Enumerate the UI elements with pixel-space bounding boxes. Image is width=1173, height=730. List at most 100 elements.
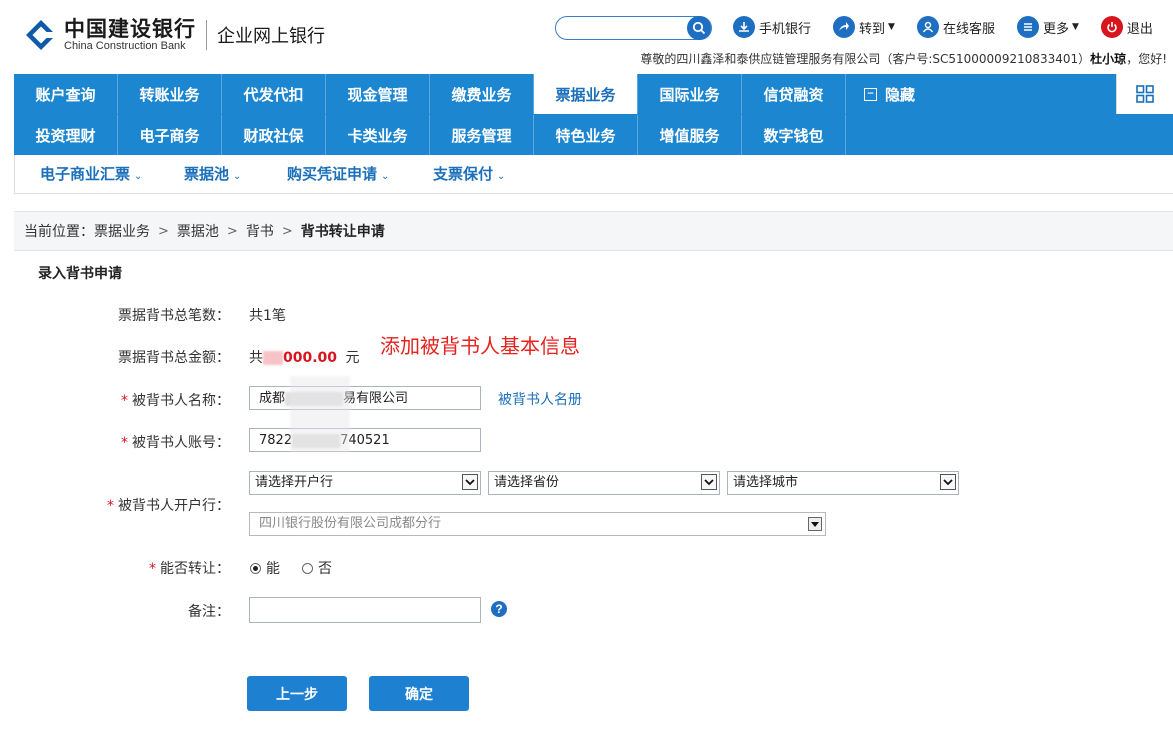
ccb-logo-icon xyxy=(26,20,56,50)
endorsee-account-label-text: 被背书人账号： xyxy=(132,435,230,451)
nav-item-transfer[interactable]: 转账业务 xyxy=(118,74,222,114)
city-select[interactable]: 请选择城市 xyxy=(727,471,959,495)
endorsee-account-label: * 被背书人账号： xyxy=(40,432,230,452)
total-count-value: 共1笔 xyxy=(249,308,286,324)
city-select-value: 请选择城市 xyxy=(733,475,799,490)
remark-label: 备注： xyxy=(188,604,230,620)
transferable-yes-radio[interactable]: 能 xyxy=(250,558,280,578)
radio-unselected-icon xyxy=(302,562,313,574)
endorsee-name-value-start: 成都 xyxy=(259,391,286,406)
subnav-bill-pool[interactable]: 票据池 ⌄ xyxy=(184,163,241,184)
subnav-label: 票据池 xyxy=(184,165,230,183)
chevron-down-icon: ⌄ xyxy=(233,171,242,182)
sub-nav: 电子商业汇票 ⌄ 票据池 ⌄ 购买凭证申请 ⌄ 支票保付 ⌄ xyxy=(14,155,1173,194)
subnav-electronic-bill[interactable]: 电子商业汇票 ⌄ xyxy=(40,163,142,184)
nav-item-account-query[interactable]: 账户查询 xyxy=(14,74,118,114)
province-select[interactable]: 请选择省份 xyxy=(488,471,720,495)
remark-field[interactable] xyxy=(249,597,481,623)
total-count-label: 票据背书总笔数： xyxy=(118,308,230,324)
confirm-button[interactable]: 确定 xyxy=(369,676,469,711)
redacted-mask xyxy=(290,376,350,452)
chevron-down-icon: ⌄ xyxy=(134,171,143,182)
subnav-voucher-request[interactable]: 购买凭证申请 ⌄ xyxy=(287,163,389,184)
bank-logo[interactable]: 中国建设银行 China Construction Bank 企业网上银行 xyxy=(24,18,325,52)
breadcrumb-item[interactable]: 票据池 xyxy=(177,221,219,241)
nav-item-credit[interactable]: 信贷融资 xyxy=(742,74,846,114)
nav-item-special[interactable]: 特色业务 xyxy=(534,115,638,155)
nav-item-bills[interactable]: 票据业务 xyxy=(534,74,638,114)
total-amount-label: 票据背书总金额： xyxy=(118,350,230,366)
app-grid-button[interactable] xyxy=(1116,74,1173,114)
required-mark: * xyxy=(107,498,114,514)
bank-name-cn: 中国建设银行 xyxy=(64,16,196,41)
breadcrumb-item[interactable]: 背书 xyxy=(246,221,274,241)
online-service-label: 在线客服 xyxy=(942,21,995,37)
province-select-value: 请选择省份 xyxy=(494,475,560,490)
endorsee-bank-label-text: 被背书人开户行： xyxy=(118,498,230,514)
more-menu[interactable]: 更多 ▼ xyxy=(1016,16,1079,38)
required-mark: * xyxy=(149,561,156,577)
subnav-label: 电子商业汇票 xyxy=(40,165,131,183)
portal-name: 企业网上银行 xyxy=(217,26,325,47)
subnav-certified-check[interactable]: 支票保付 ⌄ xyxy=(433,163,505,184)
dropdown-arrow-icon xyxy=(462,474,478,490)
chevron-down-icon: ⌄ xyxy=(497,171,506,182)
radio-selected-icon xyxy=(250,562,261,574)
option-yes-label: 能 xyxy=(266,561,280,577)
grid-icon xyxy=(1136,85,1154,103)
bank-select-value: 请选择开户行 xyxy=(255,475,334,490)
endorsee-name-value-end: 易有限公司 xyxy=(343,391,409,406)
endorsee-name-label: * 被背书人名称： xyxy=(40,390,230,410)
share-arrow-icon xyxy=(833,16,856,38)
nav-hide-label: 隐藏 xyxy=(885,85,916,104)
top-links: 手机银行 转到 ▼ 在线客服 更多 ▼ 退出 xyxy=(733,16,1153,38)
main-nav: 账户查询 转账业务 代发代扣 现金管理 缴费业务 票据业务 国际业务 信贷融资 … xyxy=(14,74,1173,155)
breadcrumb: 当前位置： 票据业务 > 票据池 > 背书 > 背书转让申请 xyxy=(14,211,1173,251)
redacted-mask xyxy=(263,351,283,365)
nav-hide-toggle[interactable]: − 隐藏 xyxy=(846,74,949,114)
endorsee-account-field[interactable]: 7822 740521 xyxy=(249,428,481,452)
power-icon xyxy=(1100,16,1123,38)
logout-link[interactable]: 退出 xyxy=(1100,16,1153,38)
nav-item-digital-wallet[interactable]: 数字钱包 xyxy=(742,115,846,155)
endorsee-registry-link[interactable]: 被背书人名册 xyxy=(498,389,582,409)
nav-item-payments[interactable]: 缴费业务 xyxy=(430,74,534,114)
welcome-prefix: 尊敬的四川鑫泽和泰供应链管理服务有限公司（客户号:SC5100000921083… xyxy=(640,52,1091,66)
breadcrumb-item[interactable]: 票据业务 xyxy=(94,221,150,241)
help-icon[interactable]: ? xyxy=(491,601,507,617)
nav-item-payroll[interactable]: 代发代扣 xyxy=(222,74,326,114)
list-icon xyxy=(1016,16,1039,38)
welcome-message: 尊敬的四川鑫泽和泰供应链管理服务有限公司（客户号:SC5100000921083… xyxy=(640,50,1167,67)
chevron-down-icon: ⌄ xyxy=(381,171,390,182)
nav-item-value-added[interactable]: 增值服务 xyxy=(638,115,742,155)
goto-label: 转到 xyxy=(859,21,886,37)
search-input[interactable] xyxy=(555,16,712,40)
search-button[interactable] xyxy=(687,16,711,40)
endorsee-account-value-start: 7822 xyxy=(259,433,293,448)
nav-item-international[interactable]: 国际业务 xyxy=(638,74,742,114)
mobile-banking-link[interactable]: 手机银行 xyxy=(733,16,811,38)
nav-item-investment[interactable]: 投资理财 xyxy=(14,115,118,155)
goto-menu[interactable]: 转到 ▼ xyxy=(833,16,895,38)
endorsee-name-field[interactable]: 成都 易有限公司 xyxy=(249,386,481,410)
endorsee-bank-label: * 被背书人开户行： xyxy=(40,495,230,515)
branch-select-value: 四川银行股份有限公司成都分行 xyxy=(259,516,442,531)
bank-name-en: China Construction Bank xyxy=(64,40,186,52)
transferable-no-radio[interactable]: 否 xyxy=(302,558,332,578)
branch-select[interactable]: 四川银行股份有限公司成都分行 xyxy=(249,512,826,536)
prev-step-button[interactable]: 上一步 xyxy=(247,676,347,711)
nav-item-social-security[interactable]: 财政社保 xyxy=(222,115,326,155)
nav-item-ecommerce[interactable]: 电子商务 xyxy=(118,115,222,155)
download-icon xyxy=(733,16,755,38)
total-amount-unit: 元 xyxy=(345,350,360,366)
nav-item-cards[interactable]: 卡类业务 xyxy=(326,115,430,155)
chevron-right-icon: > xyxy=(226,223,238,239)
total-amount: 共 000.00 元 xyxy=(249,347,359,367)
bank-select[interactable]: 请选择开户行 xyxy=(249,471,481,495)
welcome-user: 杜小琼 xyxy=(1090,52,1127,66)
nav-item-service-management[interactable]: 服务管理 xyxy=(430,115,534,155)
subnav-label: 购买凭证申请 xyxy=(287,165,378,183)
total-amount-prefix: 共 xyxy=(249,350,263,366)
online-service-link[interactable]: 在线客服 xyxy=(916,16,995,38)
nav-item-cash-management[interactable]: 现金管理 xyxy=(326,74,430,114)
